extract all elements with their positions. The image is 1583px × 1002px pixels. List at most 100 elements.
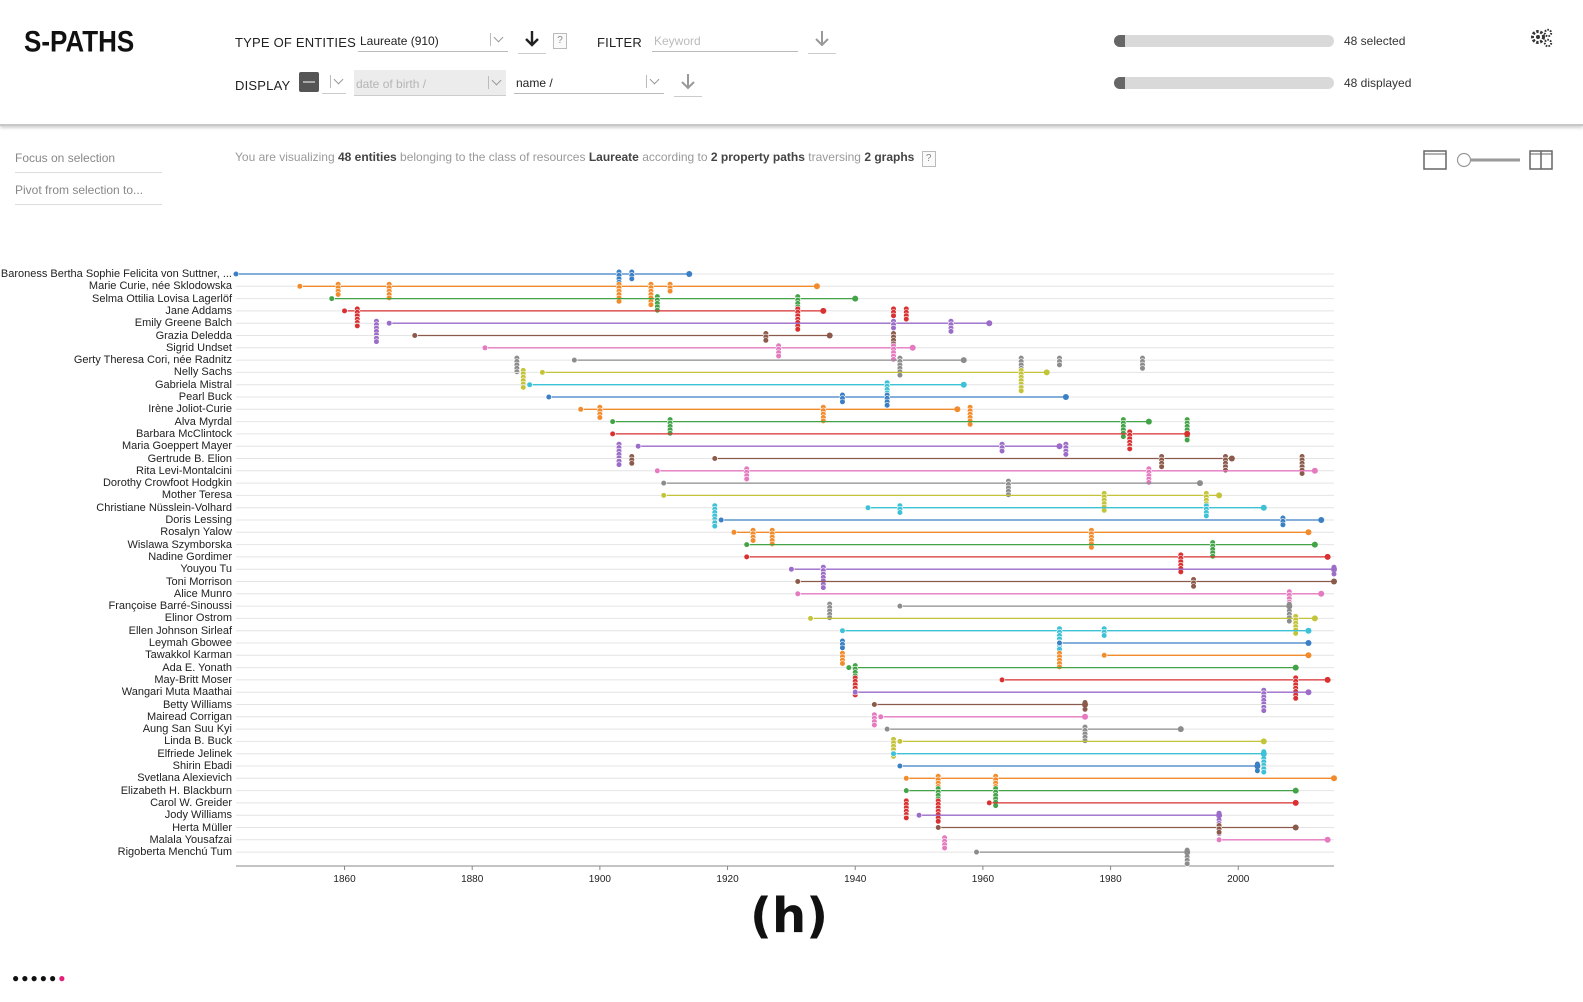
event-dot[interactable] bbox=[839, 644, 846, 651]
end-dot[interactable] bbox=[1292, 799, 1299, 806]
birth-dot[interactable] bbox=[839, 627, 846, 634]
pagination-dots[interactable]: ●●●●●● bbox=[12, 971, 68, 985]
event-dot[interactable] bbox=[890, 312, 897, 319]
end-dot[interactable] bbox=[1184, 430, 1191, 437]
birth-dot[interactable] bbox=[935, 824, 942, 831]
birth-dot[interactable] bbox=[852, 689, 859, 696]
event-dot[interactable] bbox=[775, 352, 782, 360]
birth-dot[interactable] bbox=[788, 566, 795, 573]
event-dot[interactable] bbox=[1101, 632, 1108, 639]
event-dot[interactable] bbox=[520, 384, 527, 391]
event-dot[interactable] bbox=[762, 337, 769, 344]
birth-dot[interactable] bbox=[711, 455, 718, 462]
event-dot[interactable] bbox=[1190, 583, 1197, 590]
birth-dot[interactable] bbox=[539, 369, 546, 376]
end-dot[interactable] bbox=[820, 307, 827, 314]
birth-dot[interactable] bbox=[896, 602, 904, 610]
event-dot[interactable] bbox=[335, 291, 342, 298]
birth-dot[interactable] bbox=[998, 676, 1006, 684]
end-dot[interactable] bbox=[1292, 664, 1299, 671]
end-dot[interactable] bbox=[1145, 418, 1152, 425]
event-dot[interactable] bbox=[373, 338, 380, 345]
event-dot[interactable] bbox=[666, 430, 674, 437]
event-dot[interactable] bbox=[903, 814, 910, 822]
event-dot[interactable] bbox=[769, 540, 776, 548]
event-dot[interactable] bbox=[839, 398, 846, 405]
birth-dot[interactable] bbox=[864, 504, 872, 511]
birth-dot[interactable] bbox=[526, 381, 533, 388]
event-dot[interactable] bbox=[1286, 617, 1293, 625]
birth-dot[interactable] bbox=[903, 787, 910, 794]
birth-dot[interactable] bbox=[1056, 639, 1063, 647]
end-dot[interactable] bbox=[960, 357, 967, 364]
end-dot[interactable] bbox=[1216, 812, 1223, 819]
event-dot[interactable] bbox=[1215, 829, 1223, 836]
event-dot[interactable] bbox=[1062, 451, 1069, 458]
event-dot[interactable] bbox=[998, 447, 1006, 455]
birth-dot[interactable] bbox=[896, 762, 904, 770]
event-dot[interactable] bbox=[596, 414, 603, 421]
event-dot[interactable] bbox=[794, 326, 801, 333]
event-dot[interactable] bbox=[749, 537, 757, 544]
event-dot[interactable] bbox=[1145, 479, 1152, 486]
event-dot[interactable] bbox=[826, 614, 833, 621]
end-dot[interactable] bbox=[686, 271, 693, 277]
birth-dot[interactable] bbox=[871, 701, 878, 708]
birth-dot[interactable] bbox=[296, 283, 303, 290]
birth-dot[interactable] bbox=[845, 664, 852, 671]
end-dot[interactable] bbox=[1324, 836, 1331, 843]
birth-dot[interactable] bbox=[609, 430, 616, 438]
end-dot[interactable] bbox=[1318, 590, 1325, 597]
birth-dot[interactable] bbox=[545, 393, 552, 401]
birth-dot[interactable] bbox=[730, 529, 738, 536]
event-dot[interactable] bbox=[1088, 544, 1095, 551]
event-dot[interactable] bbox=[1260, 768, 1267, 776]
birth-dot[interactable] bbox=[973, 848, 980, 856]
end-dot[interactable] bbox=[1311, 615, 1318, 622]
event-dot[interactable] bbox=[992, 802, 999, 809]
end-dot[interactable] bbox=[852, 295, 859, 302]
end-dot[interactable] bbox=[1260, 504, 1267, 511]
end-dot[interactable] bbox=[1082, 713, 1089, 720]
event-dot[interactable] bbox=[896, 372, 904, 379]
event-dot[interactable] bbox=[628, 275, 635, 282]
event-dot[interactable] bbox=[1298, 470, 1306, 477]
event-dot[interactable] bbox=[386, 294, 393, 302]
birth-dot[interactable] bbox=[903, 775, 910, 782]
birth-dot[interactable] bbox=[890, 750, 897, 757]
birth-dot[interactable] bbox=[896, 738, 904, 745]
end-dot[interactable] bbox=[960, 381, 967, 388]
end-dot[interactable] bbox=[1305, 627, 1312, 634]
end-dot[interactable] bbox=[1043, 369, 1050, 376]
end-dot[interactable] bbox=[1331, 578, 1337, 585]
event-dot[interactable] bbox=[1158, 463, 1165, 470]
event-dot[interactable] bbox=[967, 421, 974, 428]
birth-dot[interactable] bbox=[1101, 652, 1108, 659]
end-dot[interactable] bbox=[1292, 824, 1299, 831]
end-dot[interactable] bbox=[909, 344, 916, 351]
event-dot[interactable] bbox=[1120, 433, 1127, 440]
event-dot[interactable] bbox=[615, 461, 623, 468]
birth-dot[interactable] bbox=[571, 357, 578, 364]
end-dot[interactable] bbox=[1305, 529, 1312, 536]
end-dot[interactable] bbox=[1305, 640, 1312, 646]
birth-dot[interactable] bbox=[635, 443, 642, 450]
end-dot[interactable] bbox=[1324, 676, 1331, 683]
end-dot[interactable] bbox=[1228, 455, 1235, 462]
event-dot[interactable] bbox=[896, 509, 904, 516]
end-dot[interactable] bbox=[1056, 443, 1063, 450]
event-dot[interactable] bbox=[941, 844, 948, 852]
birth-dot[interactable] bbox=[481, 344, 489, 351]
birth-dot[interactable] bbox=[232, 270, 240, 278]
birth-dot[interactable] bbox=[718, 516, 725, 524]
event-dot[interactable] bbox=[820, 584, 827, 591]
event-dot[interactable] bbox=[647, 301, 655, 308]
end-dot[interactable] bbox=[1260, 738, 1267, 745]
event-dot[interactable] bbox=[1005, 491, 1012, 498]
event-dot[interactable] bbox=[1260, 707, 1267, 714]
birth-dot[interactable] bbox=[877, 713, 884, 720]
event-dot[interactable] bbox=[354, 322, 361, 330]
end-dot[interactable] bbox=[986, 320, 993, 327]
event-dot[interactable] bbox=[839, 660, 846, 667]
birth-dot[interactable] bbox=[341, 307, 348, 315]
